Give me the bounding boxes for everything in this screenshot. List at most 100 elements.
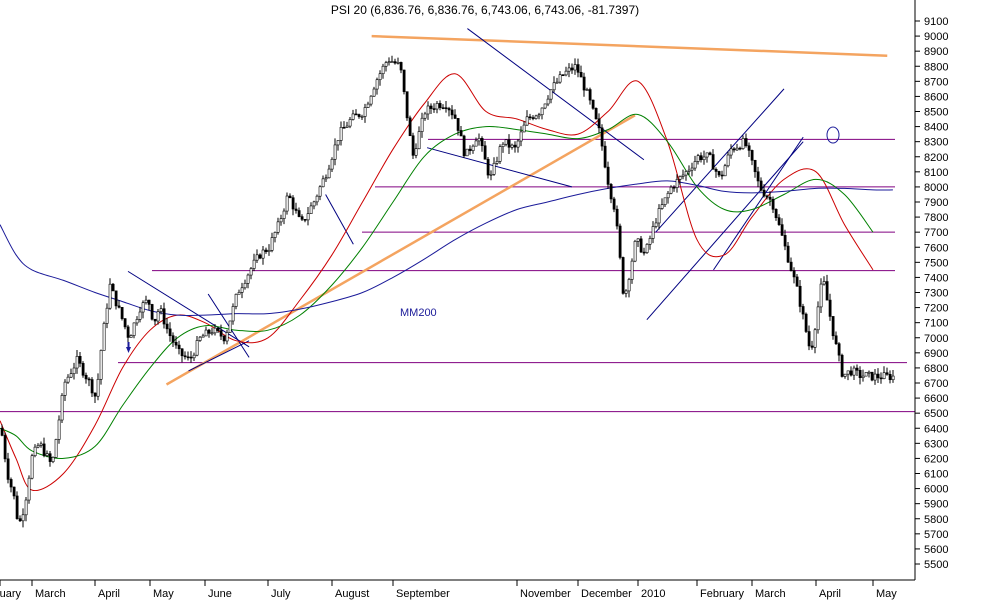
price-body	[564, 70, 568, 76]
price-body	[411, 135, 415, 156]
x-tick-label: August	[335, 588, 369, 600]
price-body	[840, 354, 844, 377]
x-tick-label: ruary	[0, 588, 22, 600]
price-body	[480, 137, 484, 147]
price-body	[759, 180, 763, 191]
price-body	[519, 131, 523, 142]
price-body	[207, 329, 211, 334]
y-tick-label: 7400	[924, 272, 948, 284]
price-body	[3, 435, 7, 460]
price-body	[660, 204, 664, 209]
price-body	[39, 443, 43, 446]
price-body	[636, 238, 640, 242]
price-body	[177, 344, 181, 350]
price-body	[321, 178, 325, 188]
price-body	[726, 154, 730, 167]
price-body	[252, 259, 256, 269]
price-body	[120, 307, 124, 319]
price-body	[531, 117, 535, 119]
price-body	[837, 343, 841, 356]
price-body	[30, 455, 34, 479]
price-body	[888, 374, 892, 381]
price-body	[372, 88, 376, 97]
price-body	[132, 322, 136, 336]
price-body	[399, 62, 403, 71]
price-body	[231, 306, 235, 322]
price-body	[246, 274, 250, 284]
price-body	[303, 219, 307, 221]
price-body	[867, 371, 871, 374]
price-body	[48, 453, 52, 462]
price-body	[33, 446, 37, 457]
price-body	[255, 254, 259, 261]
price-body	[624, 290, 628, 294]
price-body	[618, 225, 622, 258]
x-tick-label: May	[153, 588, 174, 600]
y-tick-label: 8000	[924, 182, 948, 194]
price-body	[729, 148, 733, 156]
price-body	[612, 198, 616, 210]
price-body	[465, 148, 469, 157]
price-body	[270, 237, 274, 251]
y-tick-label: 7700	[924, 227, 948, 239]
price-body	[384, 62, 388, 67]
price-body	[576, 64, 580, 73]
price-body	[705, 152, 709, 158]
price-body	[366, 103, 370, 108]
price-body	[606, 166, 610, 185]
price-body	[873, 373, 877, 381]
price-body	[471, 145, 475, 151]
price-body	[813, 329, 817, 348]
price-body	[615, 208, 619, 227]
price-body	[447, 108, 451, 111]
price-body	[147, 299, 151, 305]
price-body	[684, 171, 688, 176]
y-tick-label: 7000	[924, 333, 948, 345]
price-body	[402, 69, 406, 92]
price-body	[249, 268, 253, 276]
price-body	[261, 249, 265, 259]
price-body	[330, 158, 334, 170]
y-tick-label: 7500	[924, 257, 948, 269]
y-tick-label: 6900	[924, 348, 948, 360]
price-body	[621, 257, 625, 294]
price-body	[171, 335, 175, 343]
price-body	[432, 108, 436, 110]
price-body	[477, 137, 481, 142]
y-tick-label: 7200	[924, 303, 948, 315]
price-body	[18, 518, 22, 522]
price-body	[534, 115, 538, 119]
price-body	[222, 335, 226, 342]
price-body	[9, 479, 13, 488]
y-tick-label: 9000	[924, 31, 948, 43]
chart-title: PSI 20 (6,836.76, 6,836.76, 6,743.06, 6,…	[331, 3, 639, 17]
price-body	[507, 139, 511, 148]
y-tick-label: 8300	[924, 137, 948, 149]
price-body	[381, 65, 385, 75]
y-tick-label: 6500	[924, 408, 948, 420]
price-body	[708, 152, 712, 155]
price-body	[420, 117, 424, 132]
price-body	[273, 232, 277, 238]
price-body	[441, 107, 445, 109]
price-body	[771, 198, 775, 210]
price-body	[144, 299, 148, 303]
price-body	[714, 169, 718, 172]
price-body	[267, 250, 271, 252]
price-body	[501, 143, 505, 147]
price-body	[183, 355, 187, 358]
price-body	[162, 308, 166, 325]
price-body	[69, 373, 73, 378]
y-tick-label: 7600	[924, 242, 948, 254]
price-body	[666, 192, 670, 199]
price-body	[99, 350, 103, 380]
price-body	[696, 155, 700, 162]
price-body	[663, 197, 667, 205]
price-body	[180, 348, 184, 357]
price-body	[375, 79, 379, 90]
price-body	[228, 320, 232, 333]
y-tick-label: 7100	[924, 318, 948, 330]
price-body	[777, 217, 781, 225]
price-body	[855, 367, 859, 371]
price-body	[699, 155, 703, 161]
